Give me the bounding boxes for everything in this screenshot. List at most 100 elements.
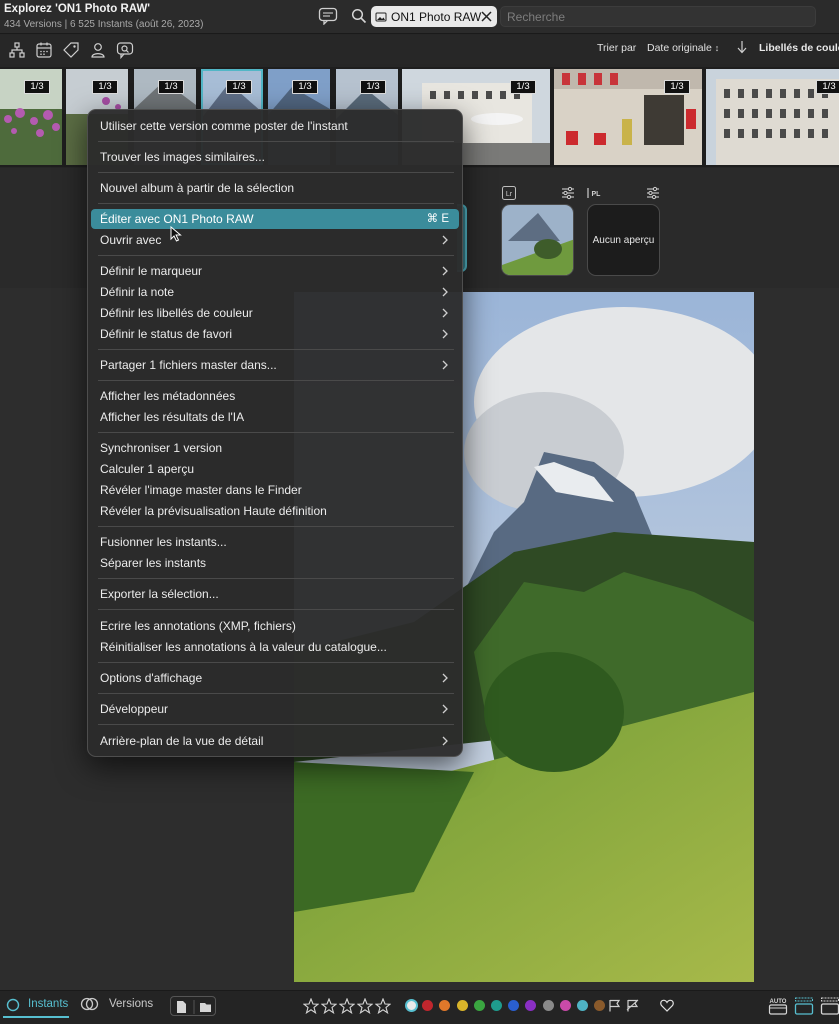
menu-item-label: Définir les libellés de couleur [100, 306, 253, 320]
person-icon[interactable] [89, 41, 107, 59]
menu-item-label: Options d'affichage [100, 671, 203, 685]
menu-item-show-metadata[interactable]: Afficher les métadonnées [91, 386, 459, 406]
color-label-dot[interactable] [577, 1000, 588, 1011]
menu-item-detail-background[interactable]: Arrière-plan de la vue de détail [91, 731, 459, 751]
instants-icon[interactable] [6, 998, 20, 1012]
menu-separator [98, 526, 454, 527]
version-card-photolab[interactable]: Aucun aperçu [587, 204, 660, 276]
no-preview-label: Aucun aperçu [592, 234, 655, 246]
star-icon[interactable] [339, 998, 355, 1014]
menu-item-export-selection[interactable]: Exporter la sélection... [91, 584, 459, 604]
version-count-badge: 1/3 [24, 80, 50, 94]
tag-icon[interactable] [62, 41, 80, 59]
menu-item-label: Développeur [100, 702, 169, 716]
chevron-right-icon [442, 266, 448, 276]
version-count-badge: 1/3 [360, 80, 386, 94]
star-icon[interactable] [375, 998, 391, 1014]
menu-item-set-favorite-status[interactable]: Définir le status de favori [91, 324, 459, 344]
color-labels-filter[interactable]: Libellés de couleur [759, 42, 839, 54]
menu-item-set-marker[interactable]: Définir le marqueur [91, 261, 459, 281]
chevron-right-icon [442, 287, 448, 297]
star-icon[interactable] [303, 998, 319, 1014]
file-folder-toggle[interactable] [170, 996, 216, 1016]
heart-icon[interactable] [660, 999, 674, 1012]
menu-separator [98, 693, 454, 694]
menu-item-find-similar[interactable]: Trouver les images similaires... [91, 147, 459, 167]
menu-item-label: Partager 1 fichiers master dans... [100, 358, 277, 372]
version-count-badge: 1/3 [226, 80, 252, 94]
menu-item-reveal-hd-preview[interactable]: Révéler la prévisualisation Haute défini… [91, 501, 459, 521]
sort-by-label: Trier par [597, 42, 637, 54]
menu-item-split-instants[interactable]: Séparer les instants [91, 553, 459, 573]
flag-rejected-icon[interactable] [626, 999, 639, 1012]
menu-item-new-album[interactable]: Nouvel album à partir de la sélection [91, 178, 459, 198]
auto-layout-icon[interactable]: AUTO [768, 996, 788, 1016]
version-count-badge: 1/3 [816, 80, 839, 94]
menu-item-label: Utiliser cette version comme poster de l… [100, 119, 348, 133]
version-count-badge: 1/3 [664, 80, 690, 94]
search-icon[interactable] [351, 8, 367, 24]
menu-item-reset-annotations[interactable]: Réinitialiser les annotations à la valeu… [91, 637, 459, 657]
flag-icon[interactable] [608, 999, 621, 1012]
menu-item-share-master[interactable]: Partager 1 fichiers master dans... [91, 355, 459, 375]
menu-item-reveal-in-finder[interactable]: Révéler l'image master dans le Finder [91, 480, 459, 500]
grid-layout-icon[interactable] [820, 996, 839, 1016]
menu-item-set-rating[interactable]: Définir la note [91, 282, 459, 302]
menu-item-set-color-labels[interactable]: Définir les libellés de couleur [91, 303, 459, 323]
hierarchy-icon[interactable] [8, 41, 26, 59]
version-thumbnail-image [502, 205, 573, 275]
thumbnail[interactable]: 1/3 [0, 69, 62, 165]
search-token[interactable]: ON1 Photo RAW [371, 6, 497, 27]
color-label-dot[interactable] [456, 1000, 468, 1011]
menu-item-label: Éditer avec ON1 Photo RAW [100, 212, 254, 226]
instants-tab[interactable]: Instants [28, 998, 68, 1010]
thumbnail[interactable]: 1/3 [706, 69, 839, 165]
menu-separator [98, 203, 454, 204]
comment-icon[interactable] [318, 7, 338, 25]
mouse-pointer-icon [170, 226, 182, 242]
adjustments-icon[interactable] [646, 186, 660, 200]
color-label-dot[interactable] [473, 1000, 485, 1011]
menu-item-show-ai-results[interactable]: Afficher les résultats de l'IA [91, 407, 459, 427]
chevron-right-icon [442, 360, 448, 370]
chat-photo-icon[interactable] [116, 41, 134, 59]
color-label-dot[interactable] [491, 1000, 502, 1011]
filmstrip-layout-icon[interactable] [794, 996, 814, 1016]
sort-field-select[interactable]: Date originale ↕ [647, 42, 719, 54]
close-icon[interactable] [480, 10, 493, 23]
menu-item-display-options[interactable]: Options d'affichage [91, 668, 459, 688]
star-icon[interactable] [321, 998, 337, 1014]
adjustments-icon[interactable] [561, 186, 575, 200]
context-menu: Utiliser cette version comme poster de l… [87, 109, 463, 757]
menu-item-label: Définir la note [100, 285, 175, 299]
color-label-dot[interactable] [559, 1000, 571, 1011]
calendar-icon[interactable] [35, 41, 53, 59]
versions-tab[interactable]: Versions [109, 998, 153, 1010]
search-input[interactable] [500, 6, 816, 27]
versions-icon[interactable] [80, 997, 100, 1011]
menu-item-open-with[interactable]: Ouvrir avec [91, 230, 459, 250]
menu-item-label: Définir le marqueur [100, 264, 203, 278]
star-icon[interactable] [357, 998, 373, 1014]
menu-item-sync-version[interactable]: Synchroniser 1 version [91, 438, 459, 458]
menu-item-use-as-poster[interactable]: Utiliser cette version comme poster de l… [91, 116, 459, 136]
menu-separator [98, 349, 454, 350]
menu-item-merge-instants[interactable]: Fusionner les instants... [91, 532, 459, 552]
menu-item-edit-with-on1[interactable]: Éditer avec ON1 Photo RAW ⌘ E [91, 209, 459, 229]
version-card-lightroom[interactable] [501, 204, 574, 276]
svg-text:AUTO: AUTO [770, 999, 787, 1005]
menu-separator [98, 578, 454, 579]
version-label-pl: PL [592, 191, 602, 198]
menu-item-developer[interactable]: Développeur [91, 699, 459, 719]
instants-tab-indicator [3, 1016, 69, 1018]
chevron-right-icon [442, 329, 448, 339]
menu-item-label: Synchroniser 1 version [100, 441, 223, 455]
menu-item-compute-preview[interactable]: Calculer 1 aperçu [91, 459, 459, 479]
color-label-none-dot[interactable] [405, 999, 418, 1012]
menu-item-write-annotations[interactable]: Ecrire les annotations (XMP, fichiers) [91, 616, 459, 636]
color-label-dot[interactable] [542, 1000, 554, 1011]
thumbnail[interactable]: 1/3 [554, 69, 702, 165]
lightroom-badge-icon: Lr [502, 186, 516, 200]
sort-direction-icon[interactable] [736, 40, 748, 54]
chevron-right-icon [442, 308, 448, 318]
